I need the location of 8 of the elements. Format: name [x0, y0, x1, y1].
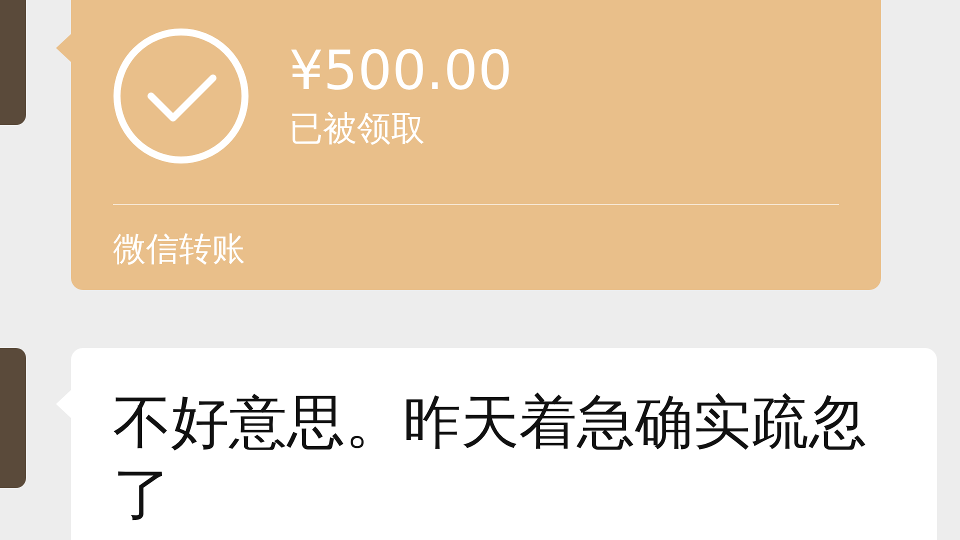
avatar-photo[interactable]: [0, 0, 26, 125]
transfer-status: 已被领取: [289, 108, 426, 151]
message-bubble: 不好意思。昨天着急确实疏忽了: [71, 348, 937, 540]
transfer-label: 微信转账: [113, 228, 246, 270]
check-circle-icon: [113, 28, 249, 164]
transfer-amount: ¥500.00: [289, 38, 512, 104]
avatar-photo[interactable]: [0, 348, 26, 488]
transfer-card[interactable]: ¥500.00 已被领取 微信转账: [71, 0, 881, 290]
